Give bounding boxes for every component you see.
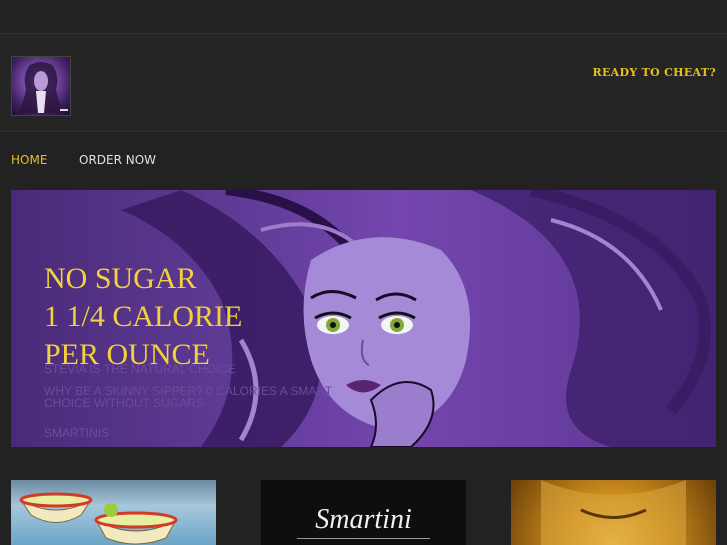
hero-body-text: STEVIA IS THE NATURAL CHOICE WHY BE A SK…	[44, 363, 344, 447]
hero-body-line: STEVIA IS THE NATURAL CHOICE	[44, 362, 236, 376]
site-logo[interactable]	[11, 56, 71, 116]
margarita-glasses-icon	[19, 492, 178, 545]
divider	[297, 538, 430, 539]
hero-headline-line: NO SUGAR	[44, 262, 197, 295]
hero-body-line: SMARTINIS	[44, 426, 110, 440]
header-tagline: READY TO CHEAT?	[592, 66, 716, 79]
margarita-photo-thumbnail[interactable]	[11, 480, 216, 545]
site-header: READY TO CHEAT?	[0, 34, 727, 132]
hero-banner: NO SUGAR 1 1/4 CALORIE PER OUNCE STEVIA …	[11, 190, 716, 447]
hero-headline: NO SUGAR 1 1/4 CALORIE PER OUNCE	[44, 260, 242, 374]
gold-statue-thumbnail[interactable]	[511, 480, 716, 545]
top-bar	[0, 0, 727, 34]
smartini-brand-text: Smartini	[315, 504, 412, 535]
nav-item-home[interactable]: HOME	[11, 153, 47, 167]
gold-face-icon	[541, 480, 686, 545]
woman-portrait-logo-icon	[18, 62, 68, 113]
hero-headline-line: 1 1/4 CALORIE	[44, 300, 243, 333]
main-nav: HOME ORDER NOW	[0, 132, 727, 187]
smartini-logo-thumbnail[interactable]: Smartini	[261, 480, 466, 545]
nav-item-order-now[interactable]: ORDER NOW	[79, 153, 156, 167]
hero-body-line: WHY BE A SKINNY SIPPER? 0 CALORIES A SMA…	[44, 384, 332, 410]
